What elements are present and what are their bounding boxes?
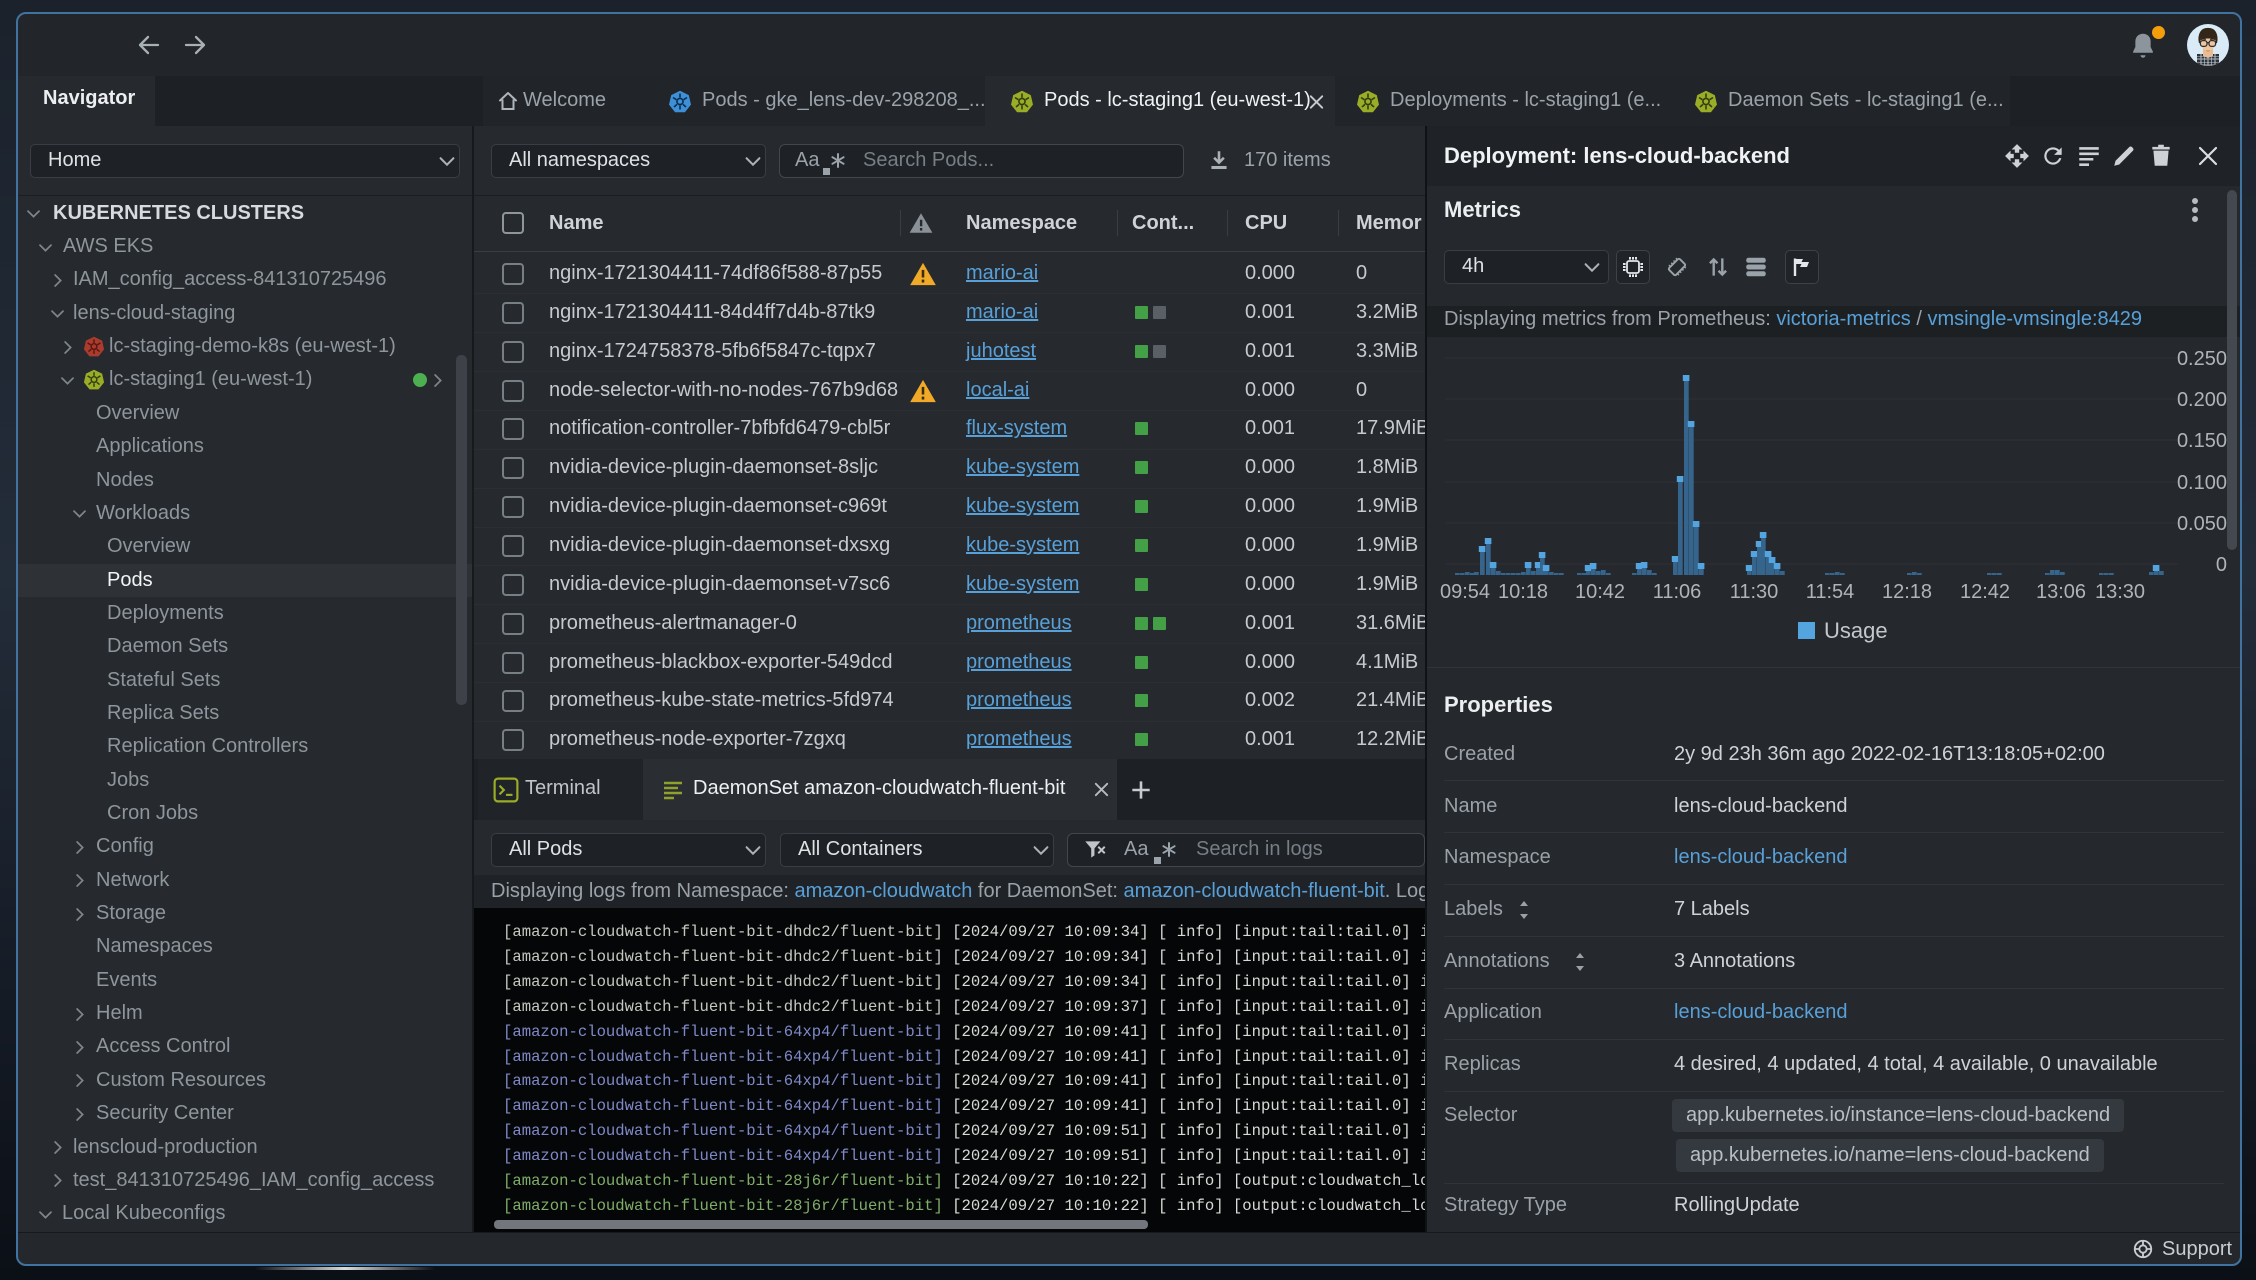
svg-text:09:54: 09:54 xyxy=(1440,581,1490,603)
svg-text:0.100: 0.100 xyxy=(2177,472,2227,494)
svg-text:0.200: 0.200 xyxy=(2177,389,2227,411)
svg-text:13:30: 13:30 xyxy=(2095,581,2145,603)
svg-text:0: 0 xyxy=(2216,554,2227,576)
svg-text:13:06: 13:06 xyxy=(2036,581,2086,603)
svg-text:11:54: 11:54 xyxy=(1806,581,1855,603)
svg-text:0.250: 0.250 xyxy=(2177,348,2227,370)
svg-text:10:42: 10:42 xyxy=(1575,581,1625,603)
svg-text:11:30: 11:30 xyxy=(1730,581,1779,603)
svg-text:0.150: 0.150 xyxy=(2177,430,2227,452)
svg-text:0.050: 0.050 xyxy=(2177,513,2227,535)
svg-text:11:06: 11:06 xyxy=(1653,581,1702,603)
svg-text:12:18: 12:18 xyxy=(1882,581,1932,603)
svg-text:12:42: 12:42 xyxy=(1960,581,2010,603)
svg-text:10:18: 10:18 xyxy=(1498,581,1548,603)
